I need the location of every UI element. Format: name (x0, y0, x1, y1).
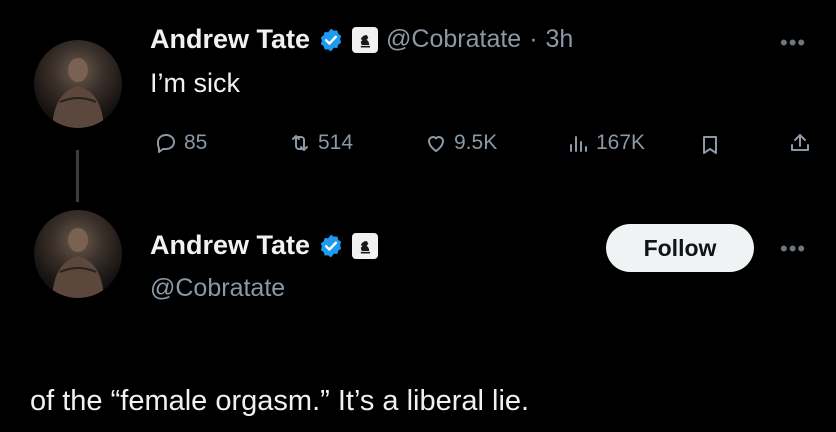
separator: · (529, 25, 538, 53)
like-button[interactable]: 9.5K (424, 131, 497, 155)
reply-button[interactable]: 85 (154, 131, 207, 155)
chess-knight-icon[interactable] (352, 26, 379, 53)
tweet-header: Andrew Tate @Cobratate · 3h (150, 24, 573, 55)
more-icon[interactable]: ••• (780, 30, 806, 56)
author-name[interactable]: Andrew Tate (150, 24, 310, 55)
views-count: 167K (596, 131, 646, 154)
profile-header: Andrew Tate (150, 230, 379, 261)
author-handle[interactable]: @Cobratate (386, 25, 521, 54)
chess-knight-icon[interactable] (352, 232, 379, 259)
repost-icon (292, 135, 308, 151)
bookmark-button[interactable] (698, 133, 722, 162)
share-icon (791, 134, 809, 151)
bookmark-icon (703, 136, 717, 154)
reply-count: 85 (184, 131, 208, 154)
views-button[interactable]: 167K (566, 131, 645, 155)
timestamp[interactable]: 3h (546, 25, 574, 54)
avatar[interactable] (34, 210, 122, 298)
more-icon[interactable]: ••• (780, 236, 806, 262)
reply-icon (157, 134, 175, 153)
heart-icon (428, 136, 444, 152)
avatar-image (52, 58, 104, 128)
repost-count: 514 (318, 131, 354, 154)
verified-icon (318, 27, 344, 53)
verified-icon (318, 233, 344, 259)
share-button[interactable] (788, 131, 812, 160)
repost-button[interactable]: 514 (288, 131, 353, 155)
avatar[interactable] (34, 40, 122, 128)
author-name[interactable]: Andrew Tate (150, 230, 310, 261)
follow-button[interactable]: Follow (606, 224, 754, 272)
views-icon (570, 136, 587, 152)
author-handle[interactable]: @Cobratate (150, 274, 285, 303)
like-count: 9.5K (454, 131, 498, 154)
tweet-text: I’m sick (150, 68, 240, 98)
continuation-text: of the “female orgasm.” It’s a liberal l… (30, 385, 530, 417)
avatar-image (52, 228, 104, 298)
thread-connector (76, 150, 79, 202)
